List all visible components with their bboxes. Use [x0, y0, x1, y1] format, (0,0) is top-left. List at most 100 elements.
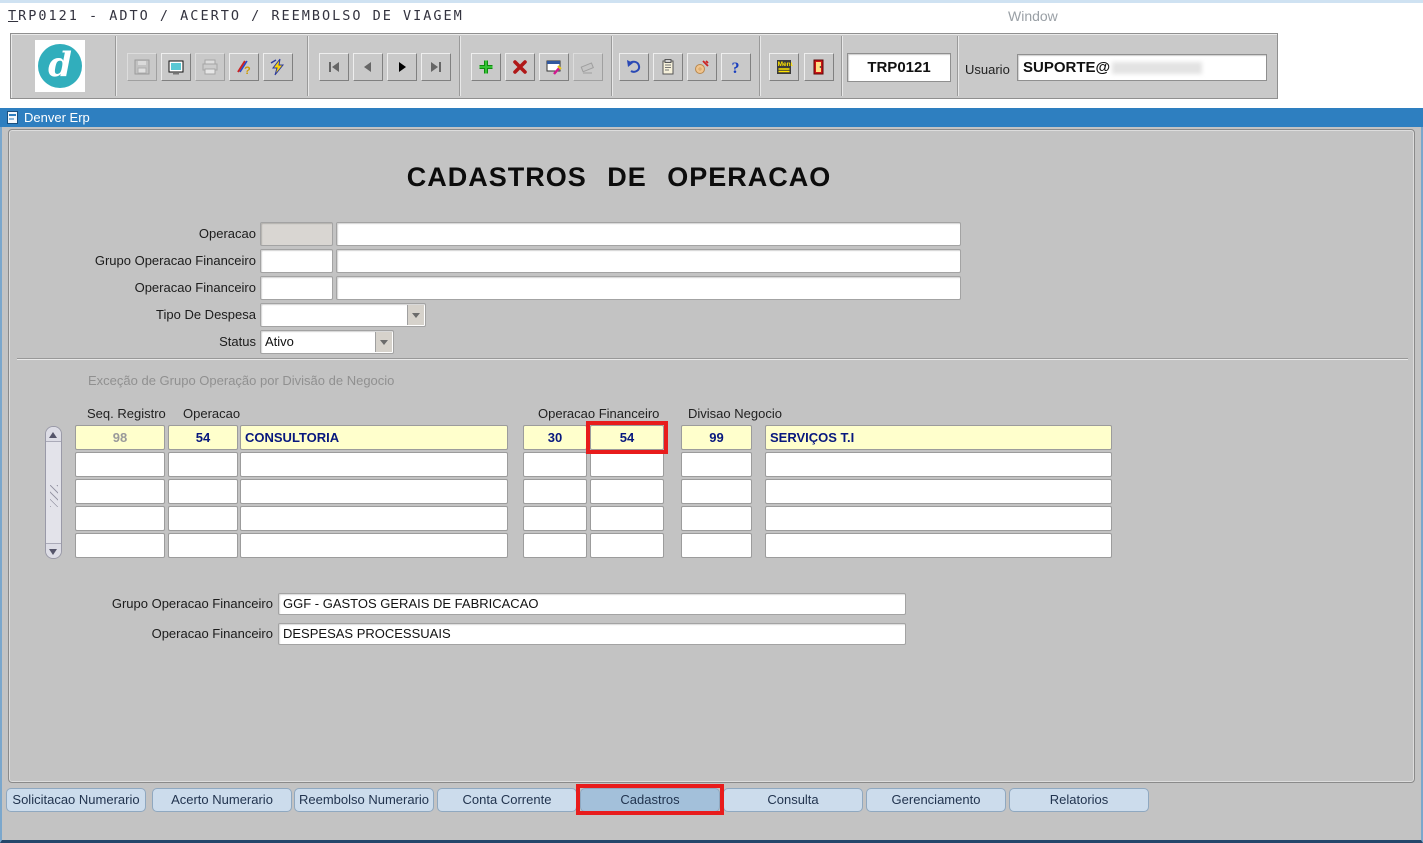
program-code-field[interactable]: TRP0121 [847, 53, 951, 82]
grid-scrollbar[interactable] [45, 426, 62, 559]
last-record-button[interactable] [421, 53, 451, 81]
redacted-text [1112, 62, 1202, 74]
tipo-de-despesa-select[interactable] [260, 303, 426, 327]
help-button[interactable]: ? [721, 53, 751, 81]
cell-divisao-desc[interactable] [765, 452, 1112, 477]
cell-divisao-desc[interactable]: SERVIÇOS T.I [765, 425, 1112, 450]
chevron-down-icon[interactable] [407, 305, 424, 325]
tab-consulta[interactable]: Consulta [723, 788, 863, 812]
cell-op-fin-grupo[interactable] [523, 452, 587, 477]
operacao-financeiro-code-field[interactable] [260, 276, 333, 300]
cell-divisao-desc[interactable] [765, 506, 1112, 531]
first-record-button[interactable] [319, 53, 349, 81]
execute-icon [269, 58, 287, 76]
cell-op-fin[interactable] [590, 506, 664, 531]
cell-seq-registro[interactable] [75, 533, 165, 558]
cell-operacao[interactable] [168, 452, 238, 477]
tab-relatorios[interactable]: Relatorios [1009, 788, 1149, 812]
scroll-up-icon[interactable] [46, 427, 61, 442]
cell-divisao-desc[interactable] [765, 479, 1112, 504]
cell-op-fin-grupo[interactable] [523, 479, 587, 504]
cell-operacao-desc[interactable] [240, 452, 508, 477]
cell-op-fin[interactable] [590, 533, 664, 558]
next-record-button[interactable] [387, 53, 417, 81]
print-button[interactable] [195, 53, 225, 81]
help-icon: ? [727, 58, 745, 76]
exit-button[interactable] [804, 53, 834, 81]
cell-divisao-desc[interactable] [765, 533, 1112, 558]
cell-divisao[interactable] [681, 479, 752, 504]
menu-button[interactable]: Menu [769, 53, 799, 81]
cell-seq-registro[interactable] [75, 452, 165, 477]
clear-record-button[interactable] [573, 53, 603, 81]
chevron-down-icon[interactable] [375, 332, 392, 352]
user-label: Usuario [965, 62, 1010, 77]
status-label: Status [9, 330, 256, 354]
cell-op-fin-grupo[interactable]: 30 [523, 425, 587, 450]
footer-grupo-operacao-financeiro-field[interactable]: GGF - GASTOS GERAIS DE FABRICACAO [278, 593, 906, 615]
grupo-operacao-financeiro-desc-field[interactable] [336, 249, 961, 273]
cell-seq-registro[interactable] [75, 479, 165, 504]
cell-divisao[interactable] [681, 452, 752, 477]
window-title: Denver Erp [24, 108, 90, 127]
operacao-financeiro-desc-field[interactable] [336, 276, 961, 300]
prev-record-button[interactable] [353, 53, 383, 81]
cell-divisao[interactable] [681, 533, 752, 558]
edit-record-button[interactable] [539, 53, 569, 81]
screen-button[interactable] [161, 53, 191, 81]
user-field[interactable]: SUPORTE@ [1017, 54, 1267, 81]
undo-icon [625, 58, 643, 76]
cell-divisao[interactable]: 99 [681, 425, 752, 450]
window-icon [7, 111, 18, 124]
cell-op-fin[interactable]: 54 [590, 425, 664, 450]
save-button[interactable] [127, 53, 157, 81]
footer-operacao-financeiro-field[interactable]: DESPESAS PROCESSUAIS [278, 623, 906, 645]
cell-op-fin-grupo[interactable] [523, 506, 587, 531]
cell-op-fin-grupo[interactable] [523, 533, 587, 558]
cell-seq-registro[interactable]: 98 [75, 425, 165, 450]
cell-operacao[interactable]: 54 [168, 425, 238, 450]
undo-button[interactable] [619, 53, 649, 81]
tab-reembolso-numerario[interactable]: Reembolso Numerario [294, 788, 434, 812]
tab-solicitacao-numerario[interactable]: Solicitacao Numerario [6, 788, 146, 812]
tab-gerenciamento[interactable]: Gerenciamento [866, 788, 1006, 812]
query-help-button[interactable]: ? [229, 53, 259, 81]
menu-window[interactable]: Window [1008, 8, 1058, 24]
cell-operacao[interactable] [168, 533, 238, 558]
print-icon [201, 58, 219, 76]
cell-operacao[interactable] [168, 506, 238, 531]
cell-operacao-desc[interactable] [240, 506, 508, 531]
window-body: CADASTROS DE OPERACAO Operacao Grupo Ope… [0, 127, 1423, 843]
operacao-code-field[interactable] [260, 222, 333, 246]
scrollbar-thumb[interactable] [50, 485, 58, 507]
cell-operacao-desc[interactable] [240, 533, 508, 558]
cell-operacao-desc[interactable]: CONSULTORIA [240, 425, 508, 450]
window-titlebar[interactable]: Denver Erp [0, 108, 1423, 127]
operacao-desc-field[interactable] [336, 222, 961, 246]
delete-record-button[interactable] [505, 53, 535, 81]
tab-acerto-numerario[interactable]: Acerto Numerario [152, 788, 292, 812]
cell-operacao[interactable] [168, 479, 238, 504]
hand-key-button[interactable] [687, 53, 717, 81]
tab-conta-corrente[interactable]: Conta Corrente [437, 788, 577, 812]
add-record-button[interactable] [471, 53, 501, 81]
cell-op-fin[interactable] [590, 479, 664, 504]
execute-button[interactable] [263, 53, 293, 81]
operacao-label: Operacao [9, 222, 256, 246]
cell-divisao[interactable] [681, 506, 752, 531]
next-record-icon [393, 58, 411, 76]
cell-op-fin[interactable] [590, 452, 664, 477]
menu-program-title[interactable]: TRP0121 - ADTO / ACERTO / REEMBOLSO DE V… [8, 8, 464, 24]
cell-seq-registro[interactable] [75, 506, 165, 531]
status-select[interactable]: Ativo [260, 330, 394, 354]
clipboard-icon [659, 58, 677, 76]
add-record-icon [477, 58, 495, 76]
page-title: CADASTROS DE OPERACAO [9, 162, 1229, 193]
scroll-down-icon[interactable] [46, 543, 61, 558]
grupo-operacao-financeiro-code-field[interactable] [260, 249, 333, 273]
cell-operacao-desc[interactable] [240, 479, 508, 504]
clipboard-button[interactable] [653, 53, 683, 81]
col-header-seq-registro: Seq. Registro [87, 406, 166, 421]
prev-record-icon [359, 58, 377, 76]
tab-cadastros[interactable]: Cadastros [580, 788, 720, 812]
